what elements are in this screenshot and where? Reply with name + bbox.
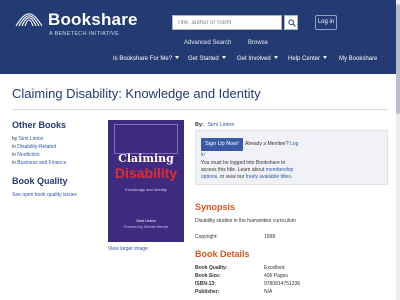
free-titles-link[interactable]: freely available titles <box>246 174 291 180</box>
chevron-down-icon <box>221 56 226 59</box>
category-link-disability[interactable]: Disability-Related <box>17 144 56 150</box>
nav-help-center[interactable]: Help Center <box>288 56 328 62</box>
other-books-by-author: by Simi Linton <box>12 136 43 142</box>
line-prefix: by <box>12 136 18 142</box>
chevron-down-icon <box>273 56 278 59</box>
detail-label: Book Quality: <box>195 265 228 271</box>
title-divider <box>12 109 388 110</box>
search-icon <box>288 19 296 27</box>
cover-author: Simi Linton <box>136 218 156 223</box>
vertical-scrollbar[interactable] <box>396 0 400 300</box>
book-details-heading: Book Details <box>195 249 250 259</box>
quality-issues-link[interactable]: See open book quality issues <box>12 192 77 198</box>
detail-value: 406 Pages <box>264 273 288 279</box>
other-books-heading: Other Books <box>12 120 67 130</box>
cover-frame <box>114 124 178 154</box>
site-tagline: A BENETECH INITIATIVE <box>49 31 120 37</box>
book-quality-heading: Book Quality <box>12 176 68 186</box>
login-notice: You must be logged into Bookshare to acc… <box>201 160 381 181</box>
membership-link[interactable]: membership <box>266 167 294 173</box>
nav-get-involved[interactable]: Get Involved <box>237 56 278 62</box>
notice-text: access this title. Learn about <box>201 167 265 173</box>
nav-my-bookshare[interactable]: My Bookshare <box>339 56 377 62</box>
browse-link[interactable]: Browse <box>248 40 268 46</box>
options-link[interactable]: options, <box>201 174 219 180</box>
synopsis-heading: Synopsis <box>195 202 236 212</box>
sign-up-button[interactable]: Sign Up Now! <box>201 138 243 151</box>
view-larger-image-link[interactable]: View larger image <box>108 246 148 252</box>
chevron-down-icon <box>175 56 180 59</box>
other-books-category: in Business and Finance <box>12 160 67 166</box>
detail-value: N/A <box>264 289 273 295</box>
login-button[interactable]: Log in <box>315 15 337 30</box>
line-prefix: in <box>12 152 16 158</box>
detail-label: ISBN-13: <box>195 281 216 287</box>
cover-foreword: Foreword by Michael Berube <box>123 225 169 229</box>
detail-label: Publisher: <box>195 289 220 295</box>
book-cover-image[interactable]: Claiming Disability Knowledge and Identi… <box>108 120 184 242</box>
cover-title-line2: Disability <box>114 165 178 181</box>
already-member-text: Already a Member? Log <box>245 141 298 147</box>
site-logo-text[interactable]: Bookshare <box>48 10 138 30</box>
chevron-down-icon <box>323 56 328 59</box>
site-header: Bookshare A BENETECH INITIATIVE Log in A… <box>0 0 400 74</box>
login-link[interactable]: Log <box>290 141 298 147</box>
line-prefix: in <box>12 160 16 166</box>
cover-subtitle: Knowledge and Identity <box>125 187 167 192</box>
search-button[interactable] <box>284 15 298 30</box>
detail-label: Book Size: <box>195 273 221 279</box>
copyright-value: 1998 <box>264 234 276 240</box>
nav-get-started[interactable]: Get Started <box>188 56 226 62</box>
bookshare-logo-icon[interactable] <box>14 11 44 27</box>
notice-text: You must be logged into Bookshare to <box>201 160 286 166</box>
already-member-label: Already a Member? <box>245 141 289 147</box>
cover-title-line1: Claiming <box>118 152 174 165</box>
nav-label: Help Center <box>288 56 321 62</box>
detail-value: Excellent <box>264 265 285 271</box>
nav-label: Get Involved <box>237 56 271 62</box>
author-link[interactable]: Simi Linton <box>19 136 44 142</box>
notice-text: or view our <box>219 174 245 180</box>
other-books-category: in Disability-Related <box>12 144 56 150</box>
copyright-label: Copyright: <box>195 234 218 240</box>
synopsis-text: Disability studies in the humanities cur… <box>195 218 296 224</box>
search-input[interactable] <box>172 15 282 30</box>
quality-issues-line: See open book quality issues <box>12 192 77 198</box>
line-prefix: in <box>12 144 16 150</box>
author-name-link[interactable]: Simi Linton <box>207 122 234 128</box>
nav-label: Get Started <box>188 56 219 62</box>
category-link-business[interactable]: Business and Finance <box>17 160 66 166</box>
login-link-continued[interactable]: in <box>201 152 205 158</box>
detail-value: 9780814751336 <box>264 281 301 287</box>
advanced-search-link[interactable]: Advanced Search <box>184 40 231 46</box>
other-books-category: in Nonfiction <box>12 152 40 158</box>
category-link-nonfiction[interactable]: Nonfiction <box>17 152 39 158</box>
nav-label: Is Bookshare For Me? <box>113 56 173 62</box>
scrollbar-thumb[interactable] <box>396 4 400 114</box>
byline: By: Simi Linton <box>195 122 235 128</box>
nav-is-bookshare-for-me[interactable]: Is Bookshare For Me? <box>113 56 180 62</box>
notice-text: . <box>290 174 293 180</box>
by-label: By: <box>195 122 204 128</box>
page-title: Claiming Disability: Knowledge and Ident… <box>12 86 261 101</box>
